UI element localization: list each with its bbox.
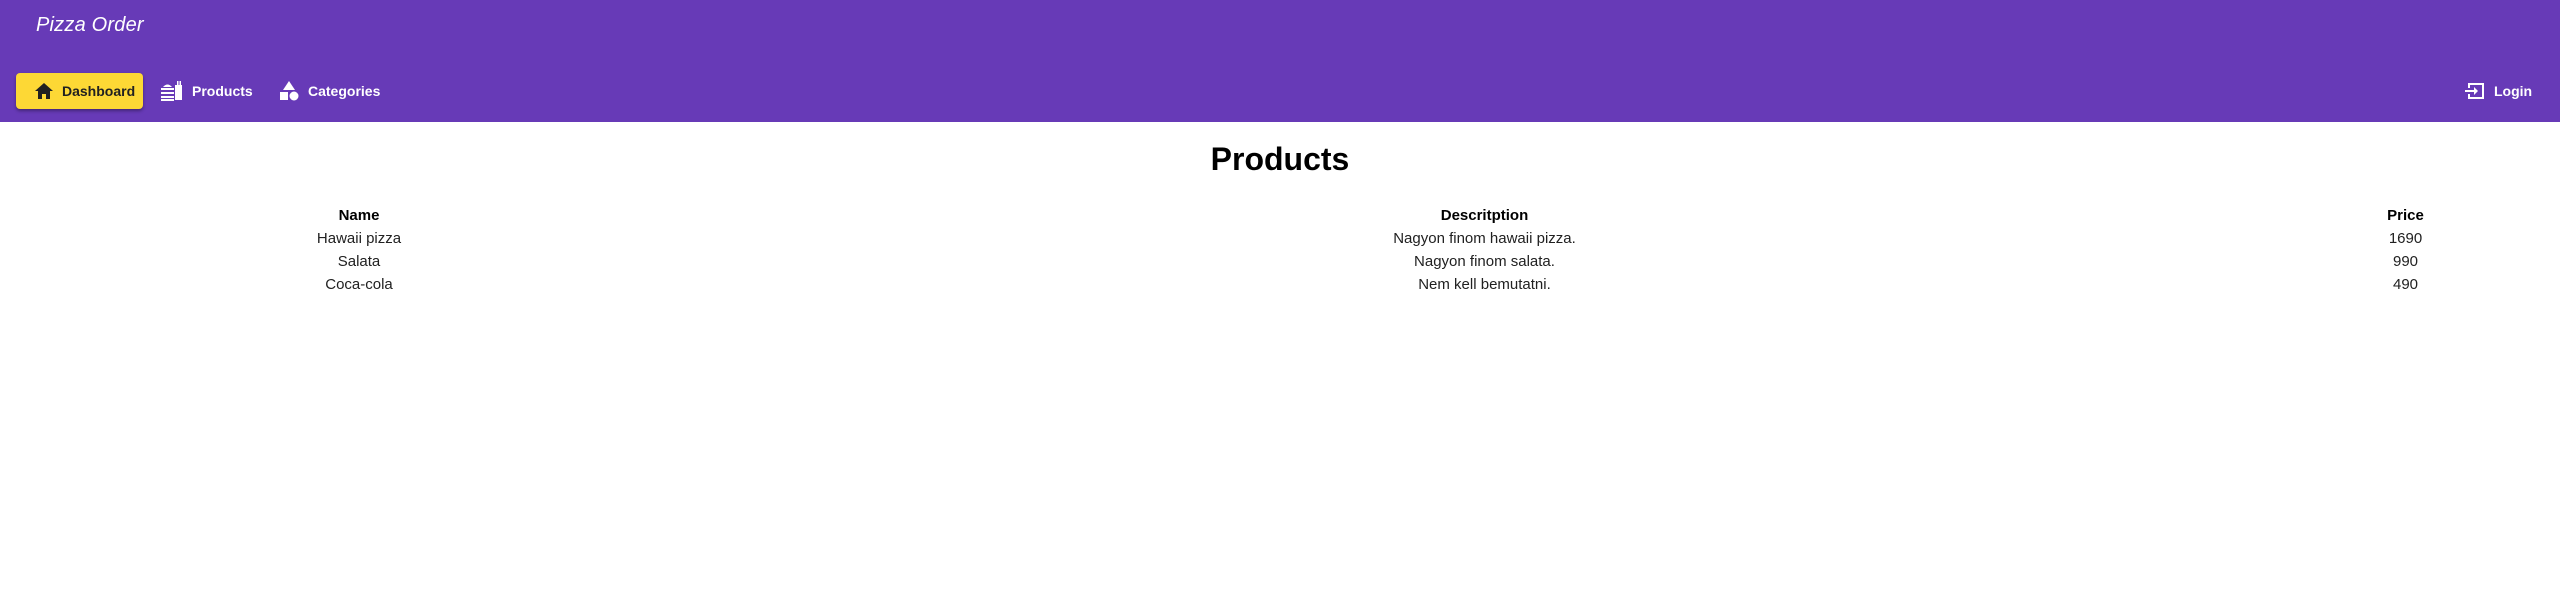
- cell-name: Hawaii pizza: [316, 230, 402, 247]
- login-label: Login: [2494, 83, 2533, 99]
- login-button[interactable]: Login: [2452, 73, 2546, 109]
- cell-description: Nagyon finom hawaii pizza.: [1393, 230, 1576, 247]
- cell-description: Nem kell bemutatni.: [1418, 276, 1551, 293]
- table-row: Coca-cola Nem kell bemutatni. 490: [0, 273, 2560, 296]
- home-icon: [34, 82, 54, 100]
- cell-price: 1690: [2388, 230, 2423, 247]
- cell-price: 990: [2392, 253, 2419, 270]
- app-bar: Pizza Order Dashboard Products Categorie…: [0, 0, 2560, 122]
- dashboard-label: Dashboard: [62, 83, 136, 99]
- login-icon: [2464, 81, 2486, 101]
- column-header-description: Descritption: [1440, 207, 1529, 224]
- table-header-row: Name Descritption Price: [0, 204, 2560, 227]
- products-table: Name Descritption Price Hawaii pizza Nag…: [0, 204, 2560, 296]
- cell-description: Nagyon finom salata.: [1414, 253, 1555, 270]
- products-label: Products: [192, 83, 253, 99]
- page-title: Products: [1210, 141, 1350, 177]
- dashboard-button[interactable]: Dashboard: [16, 73, 143, 109]
- cell-name: Salata: [337, 253, 381, 270]
- table-row: Hawaii pizza Nagyon finom hawaii pizza. …: [0, 227, 2560, 250]
- category-shapes-icon: [278, 80, 300, 102]
- categories-label: Categories: [308, 83, 381, 99]
- cell-price: 490: [2392, 276, 2419, 293]
- app-title: Pizza Order: [36, 14, 144, 36]
- column-header-name: Name: [338, 207, 380, 224]
- categories-button[interactable]: Categories: [264, 73, 394, 109]
- table-row: Salata Nagyon finom salata. 990: [0, 250, 2560, 273]
- menu-book-icon: [160, 80, 184, 102]
- column-header-price: Price: [2387, 207, 2424, 224]
- cell-name: Coca-cola: [325, 276, 393, 293]
- products-button[interactable]: Products: [146, 73, 267, 109]
